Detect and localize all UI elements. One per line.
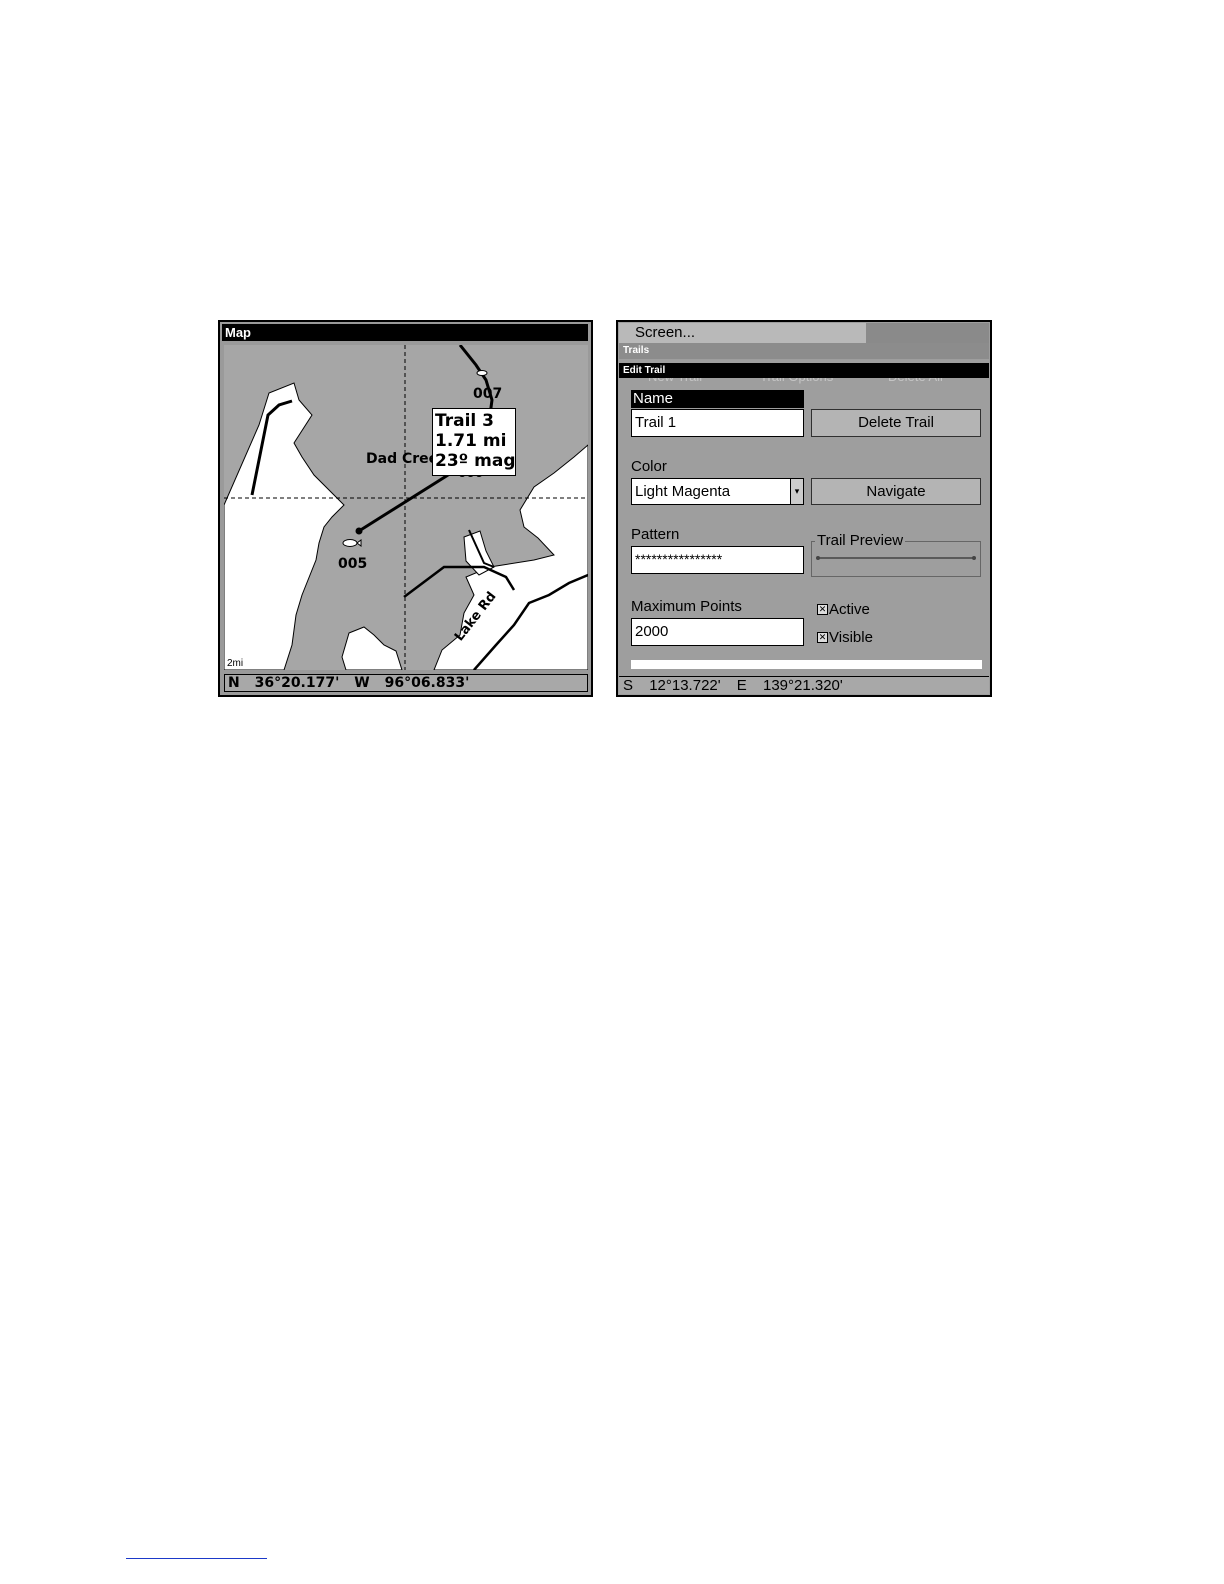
- fish-waypoint-icon: [342, 539, 362, 547]
- edit-trail-title-bar: Edit Trail: [619, 363, 989, 378]
- place-name-label: Dad Cree: [366, 451, 439, 467]
- footnote-rule: [126, 1558, 267, 1559]
- dropdown-arrow-icon[interactable]: ▾: [790, 479, 803, 504]
- visible-check-icon[interactable]: ✕: [817, 632, 828, 643]
- map-scale: 2mi: [227, 658, 244, 669]
- max-points-field[interactable]: 2000: [631, 618, 804, 646]
- land-south: [341, 626, 403, 670]
- trail-line: [358, 468, 457, 533]
- map-lon-value: 96°06.833': [384, 675, 470, 691]
- trail-lat-hemisphere: S: [623, 677, 634, 694]
- trail-status-bar: S 12°13.722' E 139°21.320': [619, 676, 989, 694]
- trail-lat-value: 12°13.722': [649, 677, 721, 694]
- map-lon-hemisphere: W: [354, 675, 370, 691]
- color-label: Color: [631, 458, 667, 475]
- trail-lon-hemisphere: E: [736, 677, 747, 694]
- edit-trail-screen: Screen... Trails New Trail Trail Options…: [616, 320, 992, 697]
- trail-info-popup: Trail 3 1.71 mi 23º mag: [432, 408, 516, 476]
- visible-label: Visible: [829, 629, 873, 646]
- map-title-bar: Map: [222, 324, 588, 341]
- map-lat-value: 36°20.177': [254, 675, 340, 691]
- active-checkbox[interactable]: ✕ Active: [817, 601, 870, 618]
- trail-info-name: Trail 3: [435, 411, 494, 431]
- max-points-label: Maximum Points: [631, 598, 742, 615]
- map-view[interactable]: 005 007 006 Dad Cree Lake Rd Trail 3 1.7…: [224, 345, 588, 670]
- map-lat-hemisphere: N: [228, 675, 240, 691]
- visible-checkbox[interactable]: ✕ Visible: [817, 629, 873, 646]
- navigate-button[interactable]: Navigate: [811, 478, 981, 505]
- map-screen: Map 005 007 Dad Cree Lake Rd Trail 3 1.7…: [218, 320, 593, 697]
- trail-info-bearing: 23º mag: [435, 451, 516, 471]
- screen-menu-button[interactable]: Screen...: [619, 323, 866, 343]
- map-status-bar: N 36°20.177' W 96°06.833': [224, 674, 588, 692]
- trail-lon-value: 139°21.320': [762, 677, 843, 694]
- land-west: [224, 382, 345, 670]
- color-select-value: Light Magenta: [635, 483, 731, 500]
- color-select[interactable]: Light Magenta ▾: [631, 478, 804, 505]
- name-label: Name: [631, 390, 804, 408]
- pattern-field[interactable]: ****************: [631, 546, 804, 574]
- trail-start-dot: [355, 527, 363, 535]
- active-check-icon[interactable]: ✕: [817, 604, 828, 615]
- waypoint-005-label: 005: [338, 556, 368, 572]
- trail-preview-label: Trail Preview: [815, 532, 906, 549]
- delete-trail-button[interactable]: Delete Trail: [811, 409, 981, 437]
- map-canvas[interactable]: [224, 345, 588, 670]
- active-label: Active: [829, 601, 870, 618]
- waypoint-007-icon: [476, 370, 488, 376]
- dialog-bottom-edge: [631, 660, 982, 669]
- name-field[interactable]: Trail 1: [631, 409, 804, 437]
- trails-title-bar: Trails: [619, 343, 989, 359]
- pattern-label: Pattern: [631, 526, 680, 543]
- trail-info-distance: 1.71 mi: [435, 431, 507, 451]
- road-north: [458, 345, 494, 416]
- waypoint-007-label: 007: [473, 386, 503, 402]
- menu-bar-filler: [866, 323, 989, 343]
